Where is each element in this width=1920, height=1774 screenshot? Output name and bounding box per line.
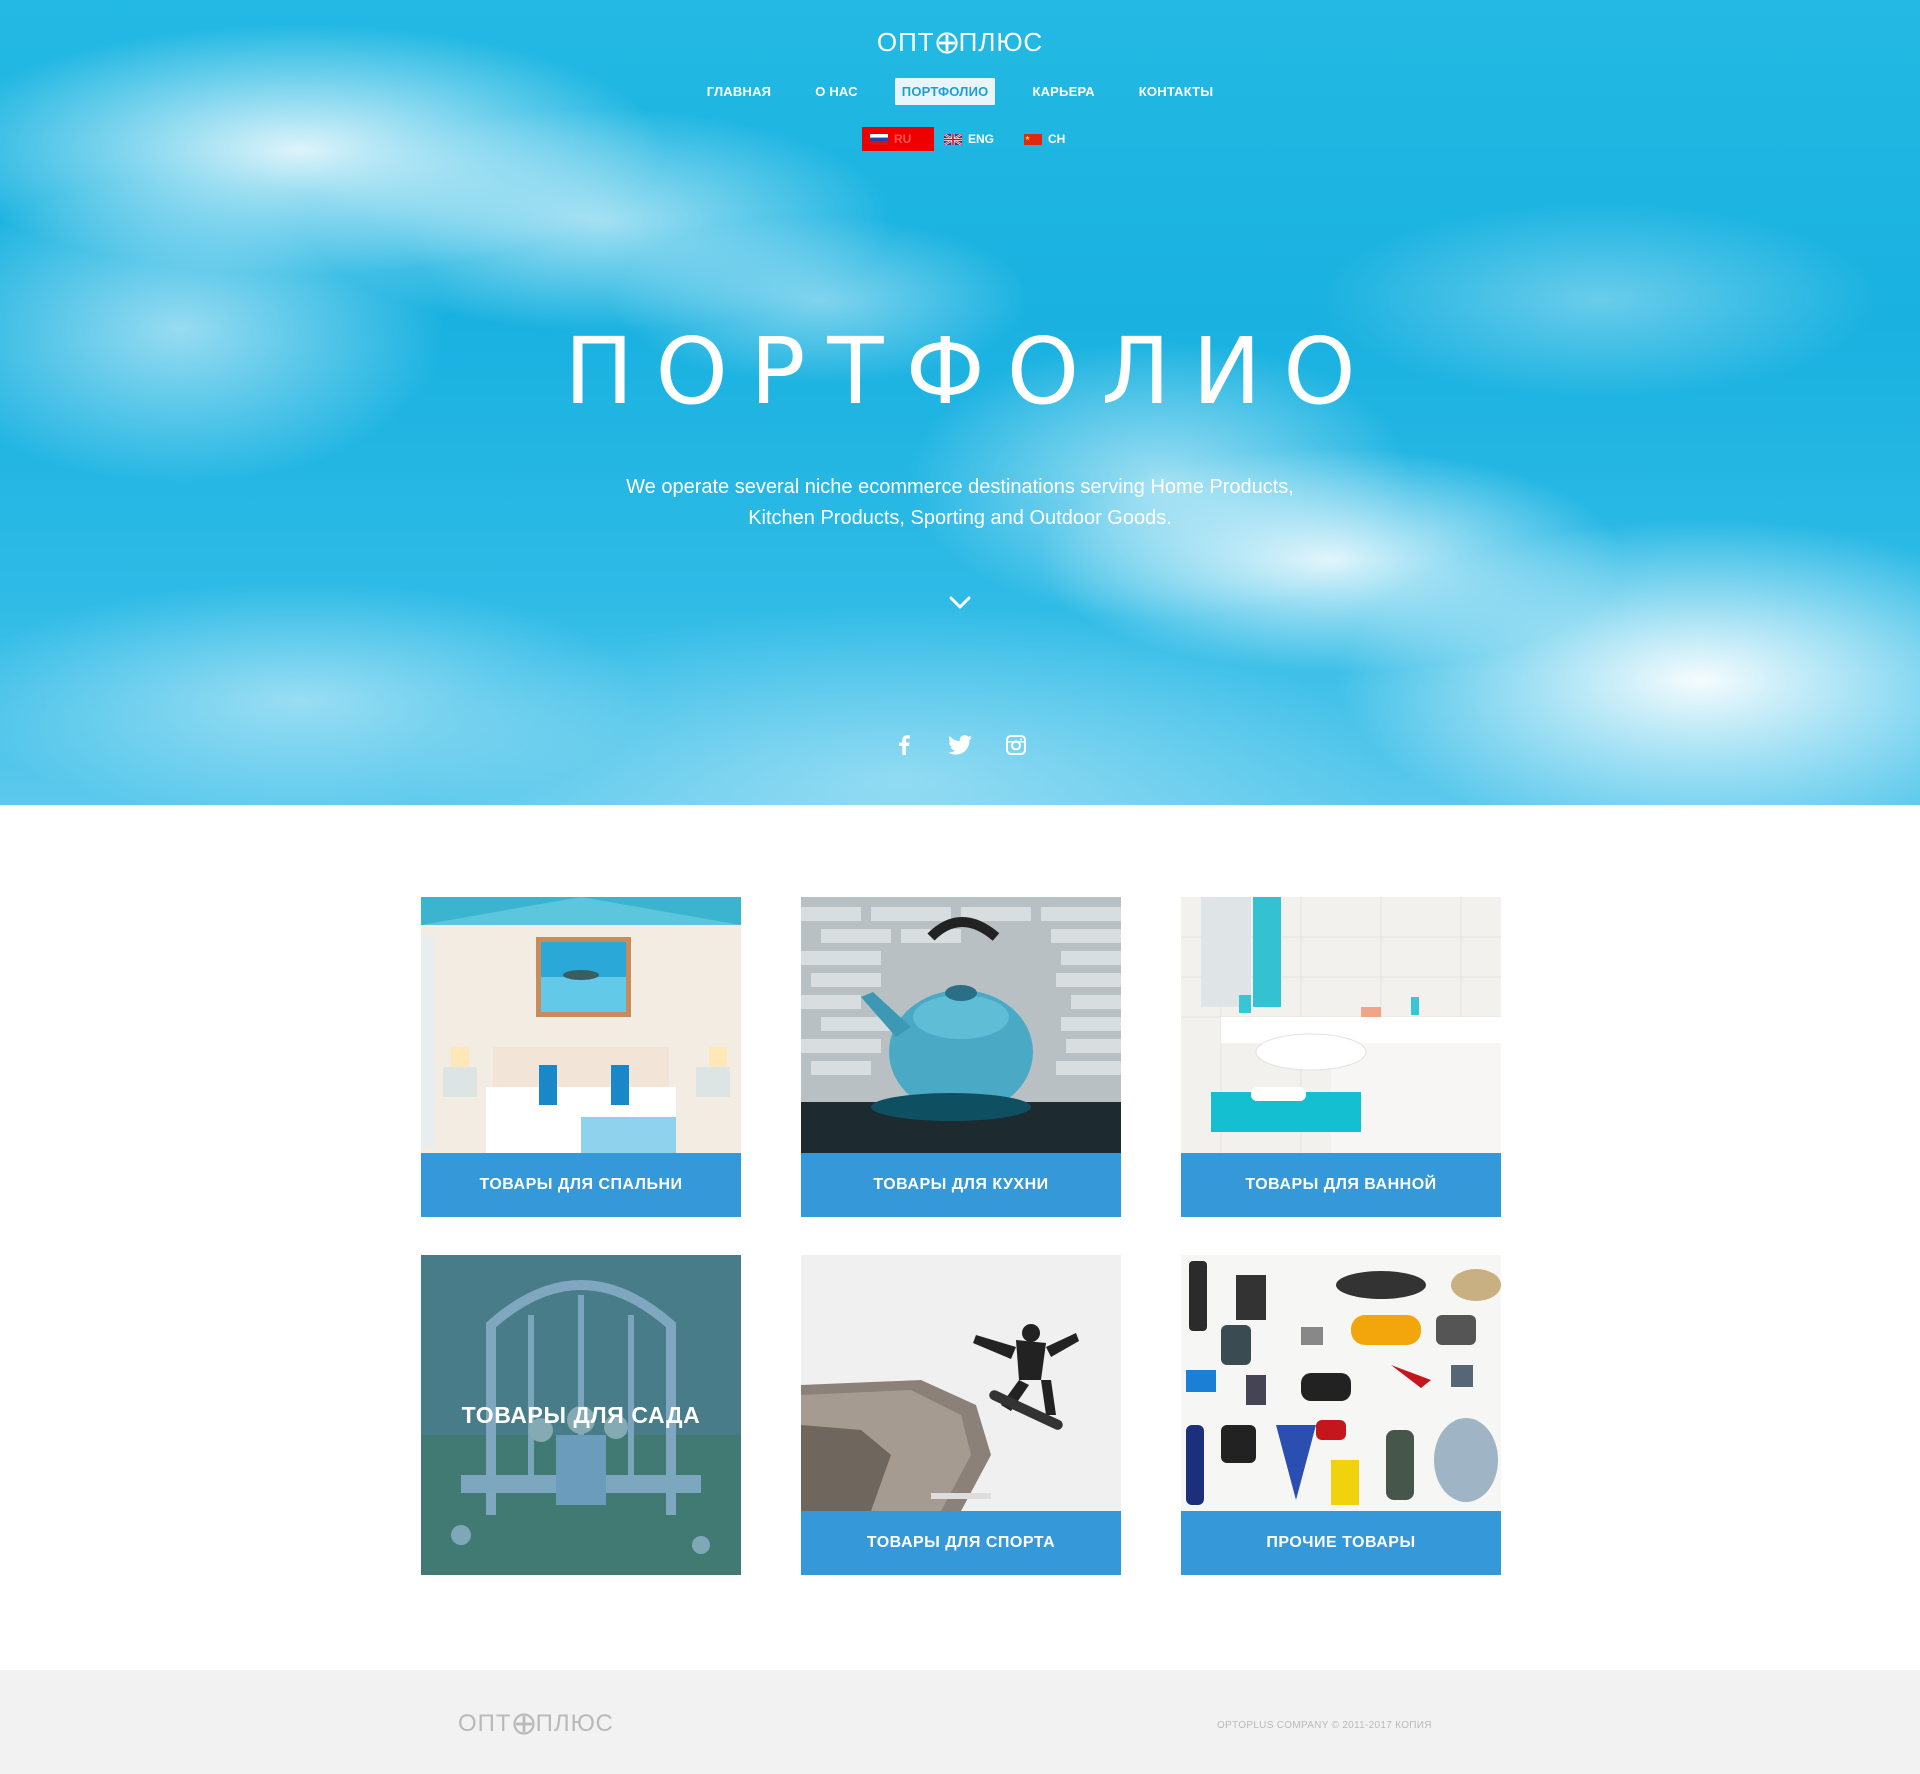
portfolio-tile-kitchen[interactable]: ТОВАРЫ ДЛЯ КУХНИ: [801, 897, 1121, 1217]
portfolio-tile-label: ТОВАРЫ ДЛЯ КУХНИ: [801, 1153, 1121, 1217]
portfolio-tile-label: ТОВАРЫ ДЛЯ САДА: [421, 1255, 741, 1575]
hero-section: ОПТ ПЛЮС ГЛАВНАЯ О НАС ПОРТФОЛИО КАРЬЕРА…: [0, 0, 1920, 805]
portfolio-tile-label: ПРОЧИЕ ТОВАРЫ: [1181, 1511, 1501, 1575]
site-footer: ОПТ ПЛЮС OPTOPLUS COMPANY © 2011-2017 КО…: [0, 1670, 1920, 1774]
nav-item-portfolio[interactable]: ПОРТФОЛИО: [894, 78, 996, 105]
hero-subtitle-line1: We operate several niche ecommerce desti…: [626, 476, 1294, 498]
portfolio-tile-label: ТОВАРЫ ДЛЯ СПАЛЬНИ: [421, 1153, 741, 1217]
portfolio-tile-sport[interactable]: ТОВАРЫ ДЛЯ СПОРТА: [801, 1255, 1121, 1575]
logo-text-left: ОПТ: [876, 27, 935, 57]
hero-subtitle: We operate several niche ecommerce desti…: [560, 472, 1360, 534]
portfolio-tile-garden[interactable]: ТОВАРЫ ДЛЯ САДА: [421, 1255, 741, 1575]
portfolio-tile-bathroom[interactable]: ТОВАРЫ ДЛЯ ВАННОЙ: [1181, 897, 1501, 1217]
scroll-down-chevron-icon[interactable]: [945, 588, 975, 618]
nav-item-career[interactable]: КАРЬЕРА: [1025, 78, 1101, 105]
logo-wordmark: ОПТ ПЛЮС: [877, 27, 1043, 58]
language-switcher: RU ENG CH: [862, 127, 1075, 151]
social-links: [0, 733, 1920, 757]
main-nav: ГЛАВНАЯ О НАС ПОРТФОЛИО КАРЬЕРА КОНТАКТЫ: [0, 78, 1920, 105]
lang-ch-label: CH: [1048, 132, 1066, 146]
portfolio-tile-label: ТОВАРЫ ДЛЯ ВАННОЙ: [1181, 1153, 1501, 1217]
logo-mark-icon: [936, 31, 958, 54]
footer-logo-mark-icon: [512, 1713, 535, 1735]
nav-item-home[interactable]: ГЛАВНАЯ: [700, 78, 778, 105]
lang-ru-label: RU: [894, 132, 912, 146]
bathroom-photo: [1181, 897, 1501, 1153]
lang-ch[interactable]: CH: [1016, 127, 1073, 151]
facebook-icon[interactable]: [892, 733, 916, 757]
nav-item-contacts[interactable]: КОНТАКТЫ: [1132, 78, 1220, 105]
kettle-photo: [801, 897, 1121, 1153]
footer-logo[interactable]: ОПТ ПЛЮС: [458, 1710, 614, 1738]
lang-ru[interactable]: RU: [862, 127, 934, 151]
camping-gear-photo: [1181, 1255, 1501, 1511]
snowboarder-photo: [801, 1255, 1121, 1511]
logo-text-right: ПЛЮС: [958, 27, 1044, 57]
portfolio-tile-other[interactable]: ПРОЧИЕ ТОВАРЫ: [1181, 1255, 1501, 1575]
hero-subtitle-line2: Kitchen Products, Sporting and Outdoor G…: [748, 507, 1172, 529]
china-flag-icon: [1024, 133, 1043, 145]
footer-logo-left: ОПТ: [458, 1710, 512, 1737]
footer-copyright: OPTOPLUS COMPANY © 2011-2017 КОПИЯ: [1217, 1720, 1432, 1731]
lang-eng-label: ENG: [968, 132, 995, 146]
instagram-icon[interactable]: [1004, 733, 1028, 757]
lang-eng[interactable]: ENG: [936, 127, 1002, 151]
site-logo[interactable]: ОПТ ПЛЮС: [0, 27, 1920, 58]
bedroom-photo: [421, 897, 741, 1153]
nav-item-about[interactable]: О НАС: [808, 78, 865, 105]
footer-logo-right: ПЛЮС: [535, 1710, 614, 1737]
portfolio-tile-label: ТОВАРЫ ДЛЯ СПОРТА: [801, 1511, 1121, 1575]
russia-flag-icon: [870, 133, 888, 145]
uk-flag-icon: [944, 133, 962, 145]
twitter-icon[interactable]: [948, 733, 972, 757]
portfolio-tile-bedroom[interactable]: ТОВАРЫ ДЛЯ СПАЛЬНИ: [421, 897, 741, 1217]
page-title: ПОРТФОЛИО: [564, 318, 1378, 425]
